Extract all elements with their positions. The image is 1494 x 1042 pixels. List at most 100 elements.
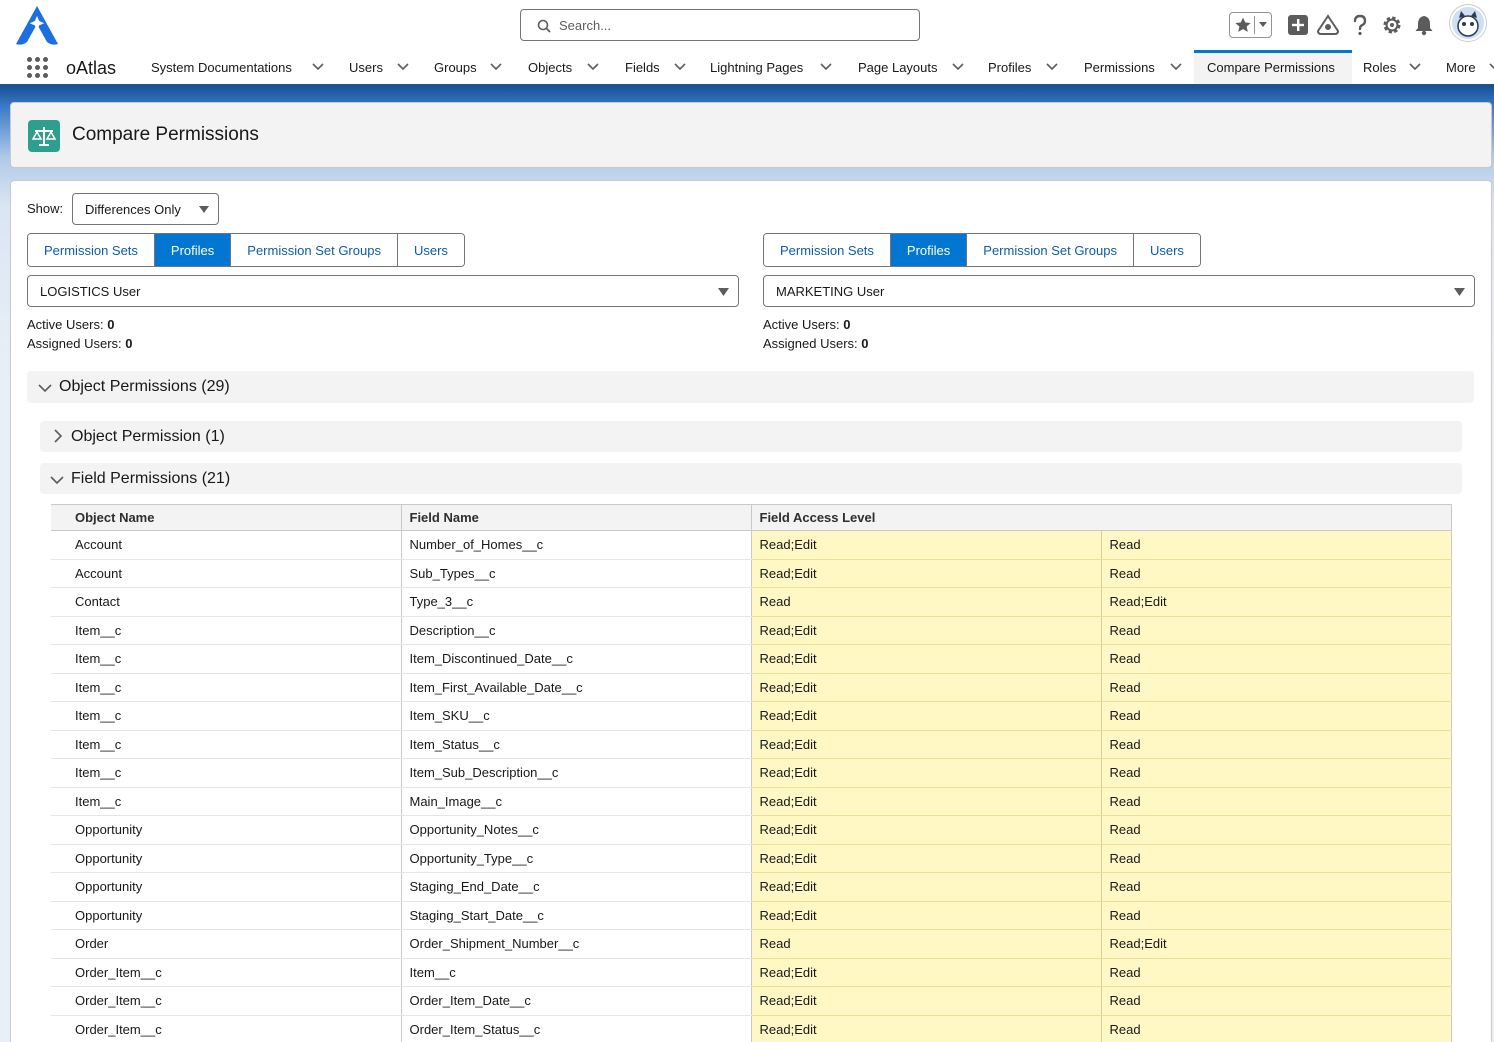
avatar[interactable] [1450, 5, 1486, 41]
field-name-cell: Main_Image__c [401, 787, 752, 816]
chevron-down-icon[interactable] [820, 63, 832, 71]
show-filter-select[interactable]: Differences Only [72, 193, 219, 225]
right-access-cell: Read [1101, 872, 1452, 902]
right-access-cell: Read [1101, 758, 1452, 788]
right-tab-profiles[interactable]: Profiles [890, 234, 968, 266]
column-header-field-name[interactable]: Field Name [401, 504, 752, 531]
nav-item-compare-permissions[interactable]: Compare Permissions [1194, 50, 1352, 84]
field-name-cell: Opportunity_Type__c [401, 844, 752, 873]
chevron-down-icon[interactable] [1046, 63, 1058, 71]
table-row: Item__c Item_Status__c Read;Edit Read [51, 730, 1452, 759]
nav-item-label: Profiles [988, 60, 1032, 75]
nav-item-lightning-pages[interactable]: Lightning Pages [710, 50, 832, 84]
chevron-down-icon[interactable] [397, 63, 409, 71]
help-icon[interactable] [1349, 14, 1371, 36]
bell-icon[interactable] [1413, 14, 1435, 36]
column-header-field-access-level[interactable]: Field Access Level [751, 504, 1452, 531]
right-tab-users[interactable]: Users [1133, 234, 1200, 266]
page-header: Compare Permissions [10, 102, 1492, 168]
right-tab-permission-set-groups[interactable]: Permission Set Groups [967, 234, 1134, 266]
object-name-cell: Item__c [51, 701, 402, 731]
table-row: Order_Item__c Item__c Read;Edit Read [51, 958, 1452, 987]
show-filter-value: Differences Only [85, 202, 181, 217]
object-name-cell: Contact [51, 587, 402, 617]
search-placeholder: Search... [559, 18, 612, 33]
left-access-cell: Read;Edit [751, 673, 1102, 702]
avatar-icon [1452, 7, 1484, 39]
table-row: Opportunity Opportunity_Notes__c Read;Edit… [51, 815, 1452, 845]
right-access-cell: Read [1101, 644, 1452, 674]
field-name-cell: Staging_Start_Date__c [401, 901, 752, 930]
nav-item-groups[interactable]: Groups [434, 50, 502, 84]
object-name-cell: Order_Item__c [51, 986, 402, 1016]
right-access-cell: Read [1101, 844, 1452, 873]
field-name-cell: Order_Item_Status__c [401, 1015, 752, 1042]
left-selection-combobox[interactable]: LOGISTICS User [27, 275, 739, 307]
nav-item-page-layouts[interactable]: Page Layouts [858, 50, 964, 84]
left-access-cell: Read;Edit [751, 616, 1102, 645]
global-header: Search... [0, 0, 1494, 50]
field-name-cell: Item_Sub_Description__c [401, 758, 752, 788]
object-name-cell: Account [51, 559, 402, 588]
chevron-down-icon[interactable] [1258, 21, 1268, 29]
nav-item-label: Fields [625, 60, 660, 75]
nav-item-roles[interactable]: Roles [1363, 50, 1421, 84]
left-access-cell: Read;Edit [751, 730, 1102, 759]
right-active-users: Active Users: 0 [763, 317, 850, 332]
nav-item-label: Page Layouts [858, 60, 938, 75]
nav-item-more[interactable]: More [1446, 50, 1494, 84]
table-row: Order_Item__c Order_Item_Status__c Read;Ed… [51, 1015, 1452, 1042]
left-tab-permission-sets[interactable]: Permission Sets [28, 234, 155, 266]
left-access-cell: Read [751, 929, 1102, 959]
nav-item-label: Users [349, 60, 383, 75]
chevron-down-icon[interactable] [674, 63, 686, 71]
global-search-input[interactable]: Search... [520, 9, 920, 41]
right-assigned-users: Assigned Users: 0 [763, 336, 869, 351]
chevron-down-icon [199, 206, 209, 213]
object-name-cell: Opportunity [51, 901, 402, 930]
object-permissions-section-header[interactable]: Object Permissions (29) [27, 371, 1474, 403]
app-name: oAtlas [66, 58, 117, 78]
chevron-down-icon[interactable] [952, 63, 964, 71]
left-tab-profiles[interactable]: Profiles [154, 234, 232, 266]
right-tab-permission-sets[interactable]: Permission Sets [764, 234, 891, 266]
object-name-cell: Item__c [51, 730, 402, 759]
waffle-icon[interactable] [27, 57, 49, 79]
favorites-button[interactable] [1229, 12, 1272, 38]
nav-item-permissions[interactable]: Permissions [1084, 50, 1182, 84]
left-access-cell: Read;Edit [751, 701, 1102, 731]
object-permission-section-header[interactable]: Object Permission (1) [40, 421, 1462, 452]
nav-item-fields[interactable]: Fields [625, 50, 686, 84]
field-name-cell: Item_First_Available_Date__c [401, 673, 752, 702]
chevron-down-icon[interactable] [587, 63, 599, 71]
chevron-down-icon[interactable] [1170, 63, 1182, 71]
left-access-cell: Read;Edit [751, 758, 1102, 788]
table-row: Item__c Item_First_Available_Date__c Read;… [51, 673, 1452, 702]
left-tab-permission-set-groups[interactable]: Permission Set Groups [231, 234, 398, 266]
chevron-down-icon[interactable] [1409, 63, 1421, 71]
chevron-down-icon[interactable] [1489, 63, 1494, 71]
left-access-cell: Read;Edit [751, 1015, 1102, 1042]
object-name-cell: Item__c [51, 616, 402, 645]
gear-icon[interactable] [1381, 14, 1403, 36]
nav-item-label: Permissions [1084, 60, 1155, 75]
left-tab-users[interactable]: Users [397, 234, 464, 266]
add-icon[interactable] [1287, 14, 1309, 36]
chevron-down-icon[interactable] [312, 63, 324, 71]
left-access-cell: Read;Edit [751, 559, 1102, 588]
chevron-down-icon [1454, 288, 1465, 296]
trailhead-icon[interactable] [1317, 14, 1339, 36]
column-header-object-name[interactable]: Object Name [51, 504, 402, 531]
left-access-cell: Read;Edit [751, 958, 1102, 987]
nav-item-system-documentations[interactable]: System Documentations [151, 50, 324, 84]
field-name-cell: Order_Item_Date__c [401, 986, 752, 1016]
field-name-cell: Item_SKU__c [401, 701, 752, 731]
table-row: Item__c Item_Discontinued_Date__c Read;Edi… [51, 644, 1452, 674]
right-selection-combobox[interactable]: MARKETING User [763, 275, 1475, 307]
nav-item-objects[interactable]: Objects [528, 50, 599, 84]
app-logo-icon[interactable] [14, 4, 60, 46]
chevron-down-icon[interactable] [490, 63, 502, 71]
field-permissions-section-header[interactable]: Field Permissions (21) [40, 463, 1462, 494]
nav-item-profiles[interactable]: Profiles [988, 50, 1058, 84]
nav-item-users[interactable]: Users [349, 50, 409, 84]
